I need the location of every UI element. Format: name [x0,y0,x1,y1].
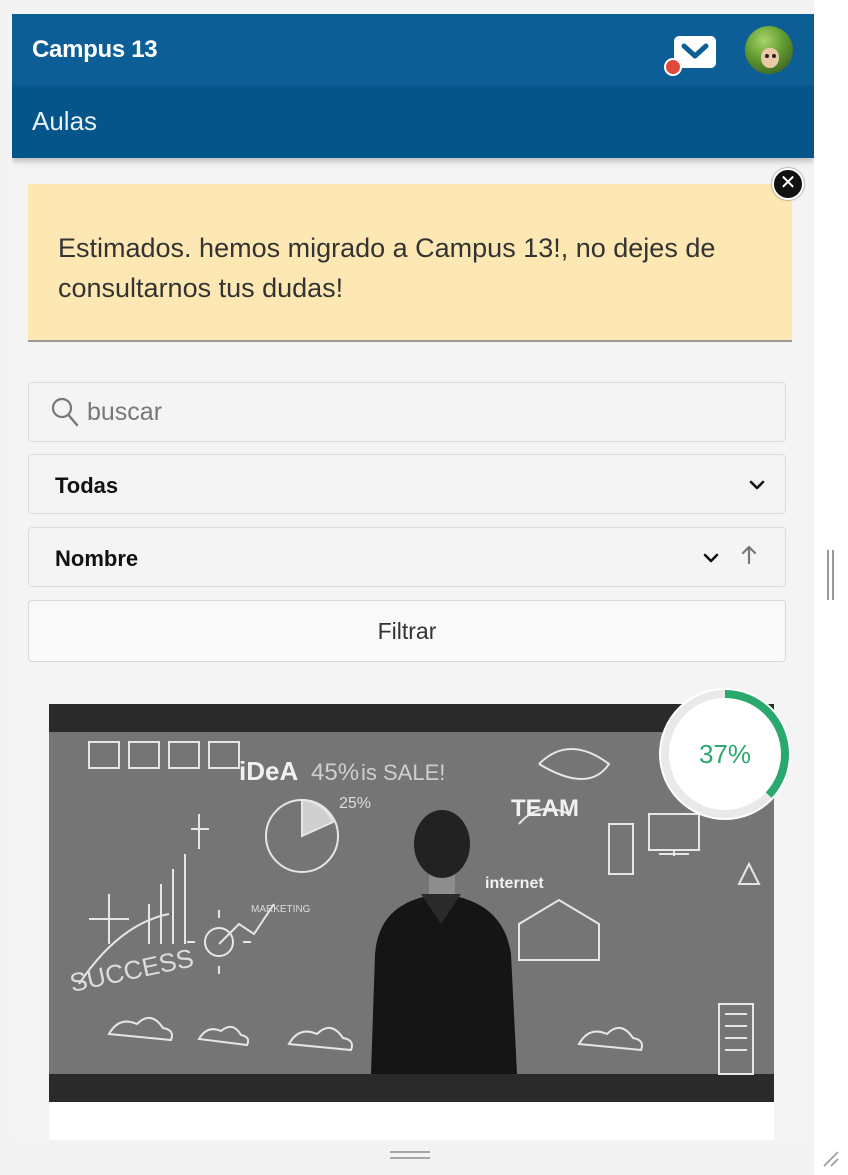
chevron-down-icon [749,480,765,490]
notice-banner: Estimados. hemos migrado a Campus 13!, n… [28,184,792,342]
search-icon [51,397,79,427]
avatar-eye [765,54,769,58]
image-text: iDeA [239,756,298,786]
user-avatar[interactable] [745,26,793,74]
close-icon[interactable]: ✕ [772,168,804,200]
messages-button[interactable] [652,28,718,76]
image-text: internet [485,875,544,892]
notification-dot [664,58,682,76]
section-title: Aulas [32,106,98,136]
course-progress-label: 37% [698,739,752,769]
avatar-eye [772,54,776,58]
app-title[interactable]: Campus 13 [32,36,158,64]
image-text: TEAM [511,795,579,822]
category-select-value: Todas [55,473,119,498]
category-select[interactable]: Todas [28,454,786,514]
top-bar: Campus 13 [12,14,814,86]
image-text: is SALE! [361,760,445,785]
avatar-face [761,48,779,68]
side-resize-handle[interactable] [827,550,834,600]
search-field[interactable] [28,382,786,442]
resize-corner-icon[interactable] [820,1148,840,1168]
course-progress-ring: 37% [655,684,795,824]
image-text: 25% [339,795,371,812]
arrow-up-icon[interactable] [741,544,757,566]
image-text: MARKETING [251,904,311,915]
image-text: 45% [311,759,359,786]
section-bar: Aulas [12,86,814,158]
sort-select-value: Nombre [55,546,139,571]
chevron-down-icon [703,553,719,563]
app-panel: Campus 13 Aulas Estimados. hemos migrado… [12,14,814,1140]
bottom-resize-handle[interactable] [390,1151,430,1163]
sort-select[interactable]: Nombre [28,527,786,587]
filter-button[interactable]: Filtrar [28,600,786,662]
notice-text: Estimados. hemos migrado a Campus 13!, n… [58,233,716,303]
search-input[interactable] [85,393,769,431]
